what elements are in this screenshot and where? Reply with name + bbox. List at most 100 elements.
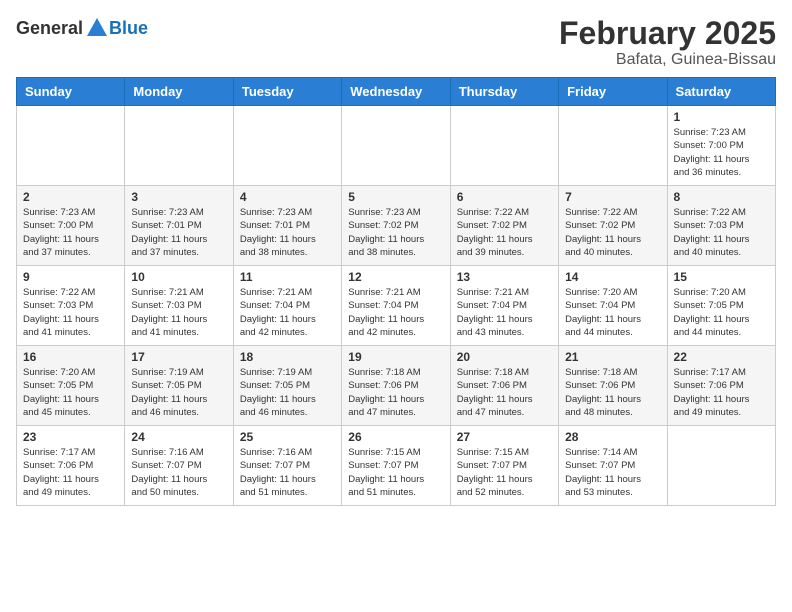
day-info: Sunrise: 7:15 AM Sunset: 7:07 PM Dayligh… [457, 446, 552, 499]
calendar-day-cell [667, 426, 775, 506]
day-info: Sunrise: 7:23 AM Sunset: 7:00 PM Dayligh… [23, 206, 118, 259]
logo-icon [85, 16, 109, 40]
calendar-day-cell: 1Sunrise: 7:23 AM Sunset: 7:00 PM Daylig… [667, 106, 775, 186]
day-number: 27 [457, 430, 552, 444]
calendar-day-cell: 23 Sunrise: 7:17 AM Sunset: 7:06 PM Dayli… [17, 426, 125, 506]
day-number: 14 [565, 270, 660, 284]
calendar-day-cell: 17 Sunrise: 7:19 AM Sunset: 7:05 PM Dayli… [125, 346, 233, 426]
day-number: 11 [240, 270, 335, 284]
calendar-day-cell: 6 Sunrise: 7:22 AM Sunset: 7:02 PM Daylig… [450, 186, 558, 266]
day-number: 24 [131, 430, 226, 444]
calendar-day-cell: 13 Sunrise: 7:21 AM Sunset: 7:04 PM Dayli… [450, 266, 558, 346]
day-number: 8 [674, 190, 769, 204]
calendar-day-cell: 21Sunrise: 7:18 AM Sunset: 7:06 PM Dayli… [559, 346, 667, 426]
calendar-day-cell: 27 Sunrise: 7:15 AM Sunset: 7:07 PM Dayli… [450, 426, 558, 506]
day-of-week-header: Tuesday [233, 78, 341, 106]
calendar-day-cell: 11 Sunrise: 7:21 AM Sunset: 7:04 PM Dayli… [233, 266, 341, 346]
day-of-week-header: Wednesday [342, 78, 450, 106]
day-of-week-header: Sunday [17, 78, 125, 106]
day-info: Sunrise: 7:23 AM Sunset: 7:02 PM Dayligh… [348, 206, 443, 259]
calendar-day-cell [559, 106, 667, 186]
day-info: Sunrise: 7:19 AM Sunset: 7:05 PM Dayligh… [240, 366, 335, 419]
day-number: 9 [23, 270, 118, 284]
day-info: Sunrise: 7:19 AM Sunset: 7:05 PM Dayligh… [131, 366, 226, 419]
day-info: Sunrise: 7:22 AM Sunset: 7:03 PM Dayligh… [23, 286, 118, 339]
calendar-day-cell: 25Sunrise: 7:16 AM Sunset: 7:07 PM Dayli… [233, 426, 341, 506]
day-number: 7 [565, 190, 660, 204]
day-number: 1 [674, 110, 769, 124]
calendar-day-cell: 10 Sunrise: 7:21 AM Sunset: 7:03 PM Dayli… [125, 266, 233, 346]
day-info: Sunrise: 7:21 AM Sunset: 7:04 PM Dayligh… [348, 286, 443, 339]
logo: General Blue [16, 16, 148, 40]
day-number: 15 [674, 270, 769, 284]
calendar-day-cell [233, 106, 341, 186]
calendar-day-cell [17, 106, 125, 186]
calendar-week-row: 23 Sunrise: 7:17 AM Sunset: 7:06 PM Dayli… [17, 426, 776, 506]
calendar-day-cell: 2 Sunrise: 7:23 AM Sunset: 7:00 PM Daylig… [17, 186, 125, 266]
day-info: Sunrise: 7:20 AM Sunset: 7:04 PM Dayligh… [565, 286, 660, 339]
day-number: 10 [131, 270, 226, 284]
day-info: Sunrise: 7:18 AM Sunset: 7:06 PM Dayligh… [348, 366, 443, 419]
calendar-day-cell [125, 106, 233, 186]
day-number: 17 [131, 350, 226, 364]
day-number: 20 [457, 350, 552, 364]
day-number: 12 [348, 270, 443, 284]
day-info: Sunrise: 7:21 AM Sunset: 7:04 PM Dayligh… [457, 286, 552, 339]
calendar-day-cell: 28 Sunrise: 7:14 AM Sunset: 7:07 PM Dayli… [559, 426, 667, 506]
day-number: 26 [348, 430, 443, 444]
day-number: 18 [240, 350, 335, 364]
day-info: Sunrise: 7:22 AM Sunset: 7:02 PM Dayligh… [457, 206, 552, 259]
title-area: February 2025 Bafata, Guinea-Bissau [559, 16, 776, 69]
day-of-week-header: Friday [559, 78, 667, 106]
day-number: 16 [23, 350, 118, 364]
day-number: 2 [23, 190, 118, 204]
day-info: Sunrise: 7:22 AM Sunset: 7:02 PM Dayligh… [565, 206, 660, 259]
day-number: 5 [348, 190, 443, 204]
day-of-week-header: Saturday [667, 78, 775, 106]
calendar-day-cell: 4Sunrise: 7:23 AM Sunset: 7:01 PM Daylig… [233, 186, 341, 266]
day-number: 6 [457, 190, 552, 204]
day-info: Sunrise: 7:17 AM Sunset: 7:06 PM Dayligh… [23, 446, 118, 499]
day-of-week-header: Thursday [450, 78, 558, 106]
calendar-week-row: 2 Sunrise: 7:23 AM Sunset: 7:00 PM Daylig… [17, 186, 776, 266]
calendar-day-cell: 3Sunrise: 7:23 AM Sunset: 7:01 PM Daylig… [125, 186, 233, 266]
calendar-day-cell: 14 Sunrise: 7:20 AM Sunset: 7:04 PM Dayli… [559, 266, 667, 346]
day-info: Sunrise: 7:22 AM Sunset: 7:03 PM Dayligh… [674, 206, 769, 259]
day-number: 19 [348, 350, 443, 364]
day-info: Sunrise: 7:21 AM Sunset: 7:03 PM Dayligh… [131, 286, 226, 339]
calendar-day-cell: 18 Sunrise: 7:19 AM Sunset: 7:05 PM Dayli… [233, 346, 341, 426]
calendar-day-cell [450, 106, 558, 186]
month-title: February 2025 [559, 16, 776, 51]
calendar-day-cell: 24Sunrise: 7:16 AM Sunset: 7:07 PM Dayli… [125, 426, 233, 506]
calendar-day-cell: 5 Sunrise: 7:23 AM Sunset: 7:02 PM Daylig… [342, 186, 450, 266]
calendar-week-row: 1Sunrise: 7:23 AM Sunset: 7:00 PM Daylig… [17, 106, 776, 186]
day-info: Sunrise: 7:20 AM Sunset: 7:05 PM Dayligh… [23, 366, 118, 419]
day-info: Sunrise: 7:23 AM Sunset: 7:01 PM Dayligh… [240, 206, 335, 259]
day-number: 28 [565, 430, 660, 444]
calendar-day-cell: 12 Sunrise: 7:21 AM Sunset: 7:04 PM Dayli… [342, 266, 450, 346]
day-of-week-header: Monday [125, 78, 233, 106]
day-info: Sunrise: 7:14 AM Sunset: 7:07 PM Dayligh… [565, 446, 660, 499]
calendar-day-cell: 7 Sunrise: 7:22 AM Sunset: 7:02 PM Daylig… [559, 186, 667, 266]
calendar-day-cell: 15Sunrise: 7:20 AM Sunset: 7:05 PM Dayli… [667, 266, 775, 346]
calendar-table: SundayMondayTuesdayWednesdayThursdayFrid… [16, 77, 776, 506]
calendar-day-cell: 9 Sunrise: 7:22 AM Sunset: 7:03 PM Daylig… [17, 266, 125, 346]
calendar-day-cell [342, 106, 450, 186]
calendar-day-cell: 8 Sunrise: 7:22 AM Sunset: 7:03 PM Daylig… [667, 186, 775, 266]
day-number: 23 [23, 430, 118, 444]
day-info: Sunrise: 7:21 AM Sunset: 7:04 PM Dayligh… [240, 286, 335, 339]
day-info: Sunrise: 7:18 AM Sunset: 7:06 PM Dayligh… [457, 366, 552, 419]
calendar-week-row: 9 Sunrise: 7:22 AM Sunset: 7:03 PM Daylig… [17, 266, 776, 346]
logo-text-blue: Blue [109, 18, 148, 39]
logo-text-general: General [16, 18, 83, 39]
calendar-week-row: 16 Sunrise: 7:20 AM Sunset: 7:05 PM Dayli… [17, 346, 776, 426]
calendar-day-cell: 16 Sunrise: 7:20 AM Sunset: 7:05 PM Dayli… [17, 346, 125, 426]
day-number: 21 [565, 350, 660, 364]
day-number: 22 [674, 350, 769, 364]
day-number: 13 [457, 270, 552, 284]
day-number: 3 [131, 190, 226, 204]
calendar-day-cell: 19 Sunrise: 7:18 AM Sunset: 7:06 PM Dayli… [342, 346, 450, 426]
day-info: Sunrise: 7:15 AM Sunset: 7:07 PM Dayligh… [348, 446, 443, 499]
page-header: General Blue February 2025 Bafata, Guine… [16, 16, 776, 69]
calendar-day-cell: 20 Sunrise: 7:18 AM Sunset: 7:06 PM Dayli… [450, 346, 558, 426]
